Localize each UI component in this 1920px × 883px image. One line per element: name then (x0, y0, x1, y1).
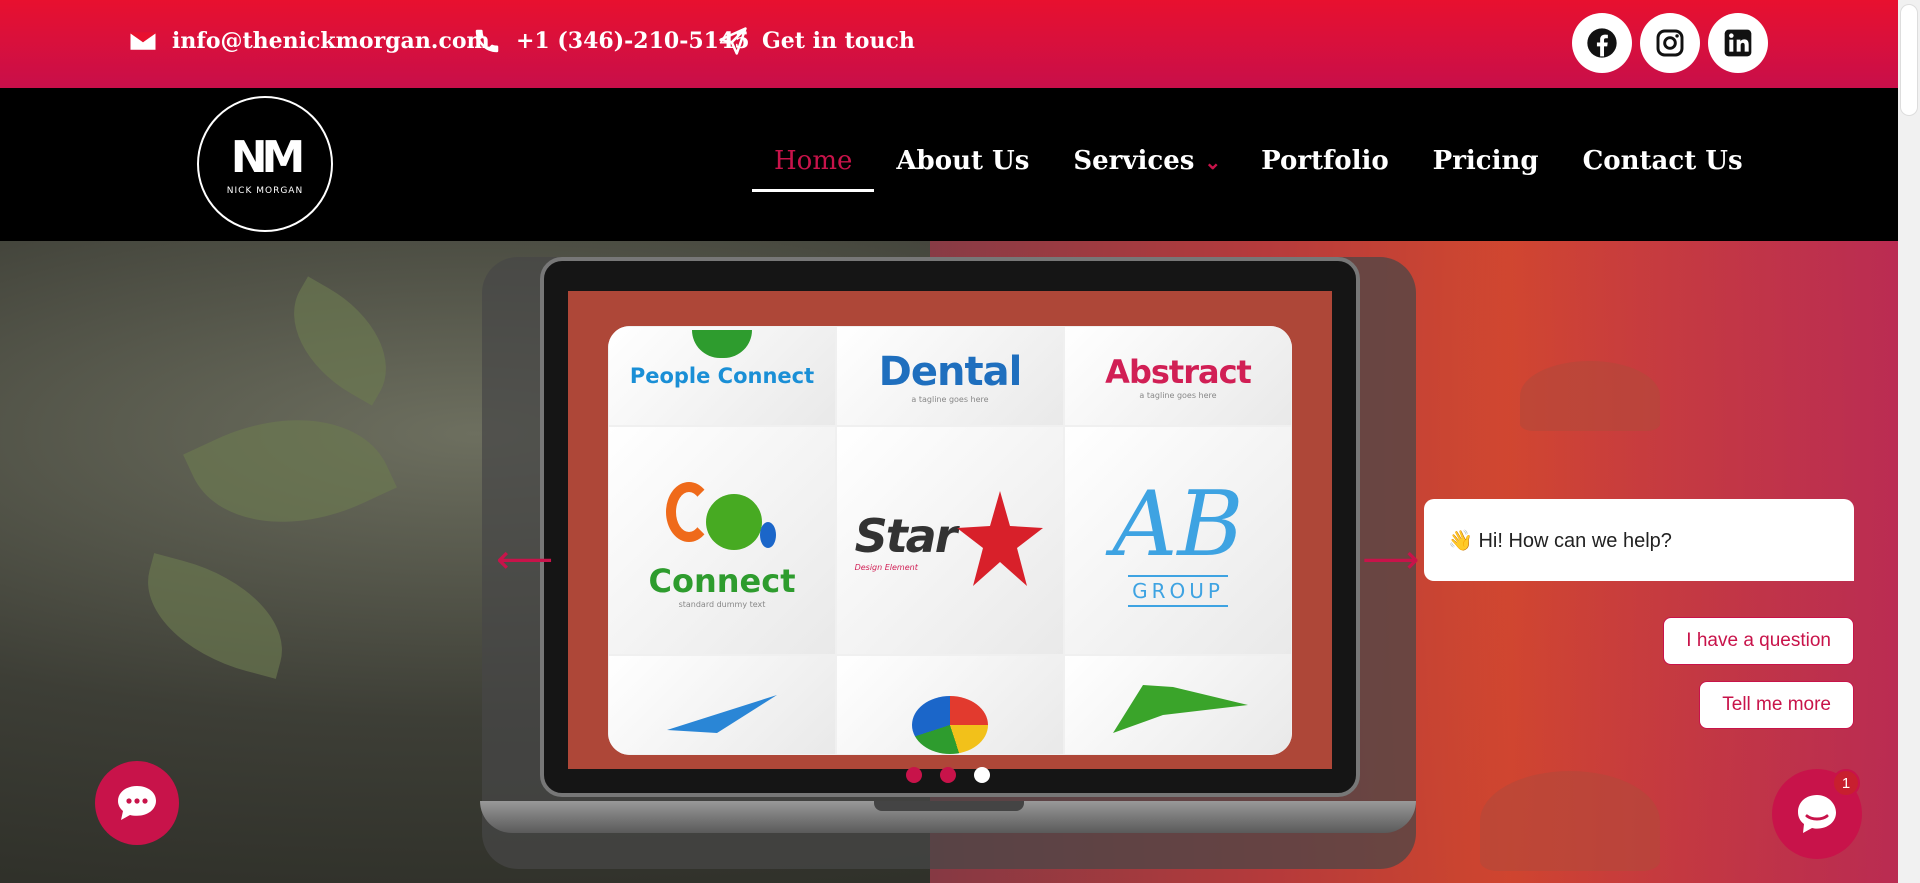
social-links (1572, 13, 1768, 73)
facebook-button[interactable] (1572, 13, 1632, 73)
speech-bubble-icon (118, 786, 156, 820)
slider-prev-arrow-icon[interactable]: ⟵ (496, 537, 553, 583)
nav-contact-us[interactable]: Contact Us (1561, 146, 1765, 176)
nav-services[interactable]: Services ⌄ (1051, 146, 1239, 176)
slider-dot-active[interactable] (974, 767, 990, 783)
plant-decoration (1480, 771, 1660, 871)
linkedin-button[interactable] (1708, 13, 1768, 73)
nav-pricing[interactable]: Pricing (1411, 146, 1561, 176)
chevron-down-icon[interactable]: ⌄ (1204, 150, 1221, 174)
page-scrollbar[interactable] (1898, 0, 1920, 883)
slider-next-arrow-icon[interactable]: ⟶ (1362, 537, 1419, 583)
logo-tagline: a tagline goes here (1139, 390, 1217, 400)
chat-bubble-icon (1798, 795, 1836, 833)
plant-decoration (183, 378, 397, 564)
slider-dot[interactable] (906, 767, 922, 783)
slider-dot[interactable] (940, 767, 956, 783)
paper-plane-logo-icon (667, 695, 777, 733)
logo-title: Star (854, 509, 958, 563)
logo-name: NICK MORGAN (226, 186, 304, 196)
site-logo[interactable]: NM NICK MORGAN (197, 96, 333, 232)
phone-text: +1 (346)-210-5145 (516, 28, 750, 54)
logo-title: Connect (648, 562, 796, 600)
logo-tile (836, 655, 1064, 755)
slider-pagination (906, 767, 990, 783)
nav-portfolio[interactable]: Portfolio (1239, 146, 1411, 176)
main-menu: Home About Us Services ⌄ Portfolio Pricin… (752, 146, 1765, 192)
envelope-icon (130, 32, 156, 50)
laptop-notch (874, 801, 1024, 811)
scrollbar-thumb[interactable] (1900, 4, 1918, 116)
notification-badge: 1 (1832, 769, 1860, 797)
email-text: info@thenickmorgan.com (172, 28, 490, 54)
globe-icon (692, 330, 752, 358)
logo-tile: People Connect (608, 326, 836, 426)
email-link[interactable]: info@thenickmorgan.com (128, 26, 490, 56)
paper-plane-icon (719, 27, 747, 55)
message-button[interactable] (95, 761, 179, 845)
chat-greeting: 👋 Hi! How can we help? (1424, 499, 1854, 581)
chat-option-question[interactable]: I have a question (1663, 617, 1854, 665)
logo-title: Dental (878, 348, 1023, 395)
logo-tile: Dental a tagline goes here (836, 326, 1064, 426)
colorful-globe-icon (912, 696, 988, 754)
logo-title: People Connect (629, 364, 815, 388)
logo-tile (608, 655, 836, 755)
phone-icon (475, 29, 499, 53)
instagram-icon (1656, 29, 1684, 57)
circles-icon (662, 472, 782, 562)
logo-tile: Connect standard dummy text (608, 426, 836, 655)
star-icon (957, 490, 1044, 586)
logo-tagline: GROUP (1128, 574, 1228, 607)
logo-tile: Abstract a tagline goes here (1064, 326, 1292, 426)
ab-monogram-icon: AB (1112, 471, 1244, 577)
green-arrow-icon (1113, 685, 1248, 733)
linkedin-icon (1724, 29, 1752, 57)
logo-tile: Star Design Element (836, 426, 1064, 655)
logo-slider[interactable]: People Connect Dental a tagline goes her… (608, 326, 1292, 755)
facebook-icon (1587, 28, 1617, 58)
get-in-touch-text: Get in touch (762, 28, 915, 54)
plant-decoration (1520, 361, 1660, 431)
main-navbar: NM NICK MORGAN Home About Us Services ⌄ P… (0, 88, 1898, 241)
logo-monogram: NM (230, 132, 306, 183)
logo-tile (1064, 655, 1292, 755)
logo-title: Abstract (1105, 352, 1252, 391)
plant-decoration (130, 553, 300, 679)
logo-tagline: Design Element (854, 563, 918, 572)
phone-link[interactable]: +1 (346)-210-5145 (472, 26, 750, 56)
nav-about-us[interactable]: About Us (874, 146, 1051, 176)
chat-greeting-text: 👋 Hi! How can we help? (1448, 529, 1672, 552)
top-contact-bar: info@thenickmorgan.com +1 (346)-210-5145… (0, 0, 1898, 88)
nav-home[interactable]: Home (752, 146, 875, 192)
get-in-touch-link[interactable]: Get in touch (718, 26, 915, 56)
nav-services-label: Services (1073, 146, 1195, 176)
plant-decoration (268, 276, 412, 406)
instagram-button[interactable] (1640, 13, 1700, 73)
logo-tagline: standard dummy text (678, 600, 766, 609)
chat-option-tell-me-more[interactable]: Tell me more (1699, 681, 1854, 729)
logo-tile: AB GROUP (1064, 426, 1292, 655)
logo-tagline: a tagline goes here (911, 394, 989, 404)
